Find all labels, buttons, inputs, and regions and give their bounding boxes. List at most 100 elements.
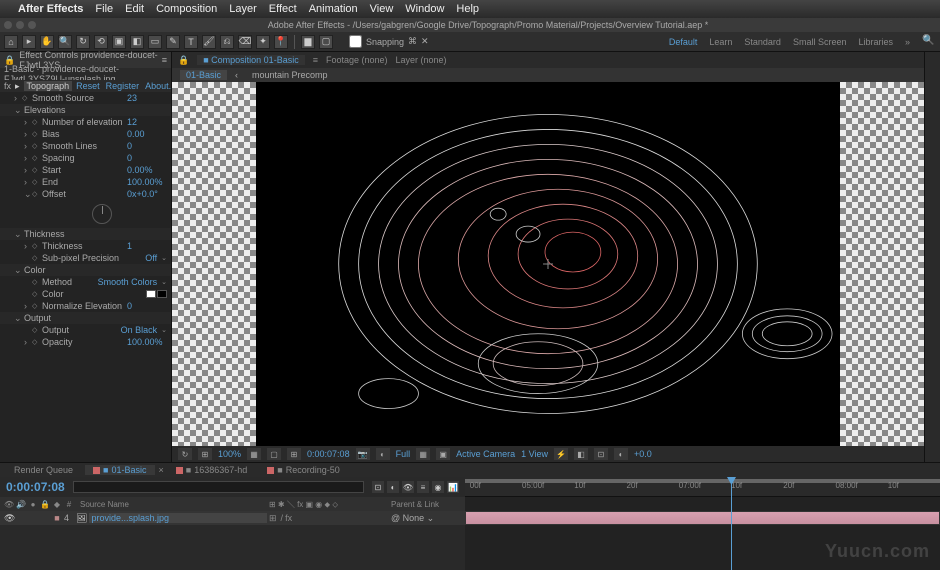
- help-menu[interactable]: Help: [456, 3, 479, 15]
- reset-exposure-icon[interactable]: ◐: [614, 448, 628, 460]
- prop-end[interactable]: ›◇End100.00%: [0, 176, 171, 188]
- group-output[interactable]: ⌄Output: [0, 312, 171, 324]
- offset-dial[interactable]: [92, 204, 112, 224]
- home-icon[interactable]: ⌂: [4, 35, 18, 49]
- puppet-tool-icon[interactable]: 📍: [274, 35, 288, 49]
- hand-tool-icon[interactable]: ✋: [40, 35, 54, 49]
- render-queue-tab[interactable]: Render Queue: [6, 465, 81, 475]
- search-help-icon[interactable]: 🔍: [922, 35, 936, 49]
- prop-thickness[interactable]: ›◇Thickness1: [0, 240, 171, 252]
- prop-color[interactable]: ◇Color: [0, 288, 171, 300]
- reset-link[interactable]: Reset: [76, 81, 100, 91]
- group-thickness[interactable]: ⌄Thickness: [0, 228, 171, 240]
- asset2-tab[interactable]: ■ Recording-50: [259, 465, 347, 475]
- fast-preview-icon[interactable]: ⚡: [554, 448, 568, 460]
- prop-normalize[interactable]: ›◇Normalize Elevation0: [0, 300, 171, 312]
- draft-3d-icon[interactable]: ◐: [387, 481, 399, 493]
- effect-menu[interactable]: Effect: [269, 3, 297, 15]
- pen-tool-icon[interactable]: ✎: [166, 35, 180, 49]
- comp-mini-flowchart-icon[interactable]: ⊡: [372, 481, 384, 493]
- type-tool-icon[interactable]: T: [184, 35, 198, 49]
- snapping-checkbox[interactable]: [349, 35, 362, 48]
- zoom-dropdown[interactable]: 100%: [218, 449, 241, 459]
- stroke-swatch-icon[interactable]: ▢: [319, 35, 333, 49]
- prop-subpixel[interactable]: ◇Sub-pixel PrecisionOff⌄: [0, 252, 171, 264]
- prop-bias[interactable]: ›◇Bias0.00: [0, 128, 171, 140]
- magnification-icon[interactable]: ⊞: [198, 448, 212, 460]
- collapsed-panels[interactable]: [924, 52, 940, 462]
- hide-shy-icon[interactable]: 👁: [402, 481, 414, 493]
- edit-menu[interactable]: Edit: [125, 3, 144, 15]
- workspace-small-screen[interactable]: Small Screen: [793, 37, 847, 47]
- comp-flowchart-icon[interactable]: ⊡: [594, 448, 608, 460]
- always-preview-icon[interactable]: ↻: [178, 448, 192, 460]
- exposure-value[interactable]: +0.0: [634, 449, 652, 459]
- col-visibility-icon[interactable]: 👁: [4, 500, 14, 509]
- prop-smooth-lines[interactable]: ›◇Smooth Lines0: [0, 140, 171, 152]
- close-tab-icon[interactable]: ×: [159, 465, 164, 475]
- col-label-icon[interactable]: ◆: [52, 500, 62, 509]
- resolution-dropdown[interactable]: Full: [396, 449, 411, 459]
- prop-opacity[interactable]: ›◇Opacity100.00%: [0, 336, 171, 348]
- group-color[interactable]: ⌄Color: [0, 264, 171, 276]
- brush-tool-icon[interactable]: 🖌: [202, 35, 216, 49]
- layer-tab[interactable]: Layer (none): [396, 55, 447, 65]
- workspace-default[interactable]: Default: [669, 37, 698, 47]
- snapping-option2-icon[interactable]: ✕: [421, 36, 429, 47]
- parent-pickwhip-icon[interactable]: @: [391, 513, 400, 523]
- crumb-mountain[interactable]: mountain Precomp: [246, 70, 334, 80]
- selection-tool-icon[interactable]: ▸: [22, 35, 36, 49]
- eraser-tool-icon[interactable]: ⌫: [238, 35, 252, 49]
- col-solo-icon[interactable]: ●: [28, 500, 38, 509]
- layer-menu[interactable]: Layer: [229, 3, 257, 15]
- crumb-01-basic[interactable]: 01-Basic: [180, 70, 227, 80]
- panel-menu-icon[interactable]: ≡: [313, 55, 318, 65]
- prop-smooth-source[interactable]: ›◇Smooth Source23: [0, 92, 171, 104]
- animation-menu[interactable]: Animation: [309, 3, 358, 15]
- parent-dropdown[interactable]: None: [403, 513, 425, 523]
- col-source-name[interactable]: Source Name: [76, 500, 267, 509]
- camera-dropdown[interactable]: Active Camera: [456, 449, 515, 459]
- workspace-standard[interactable]: Standard: [744, 37, 781, 47]
- snapping-option-icon[interactable]: ⌘: [408, 36, 417, 47]
- prop-output[interactable]: ◇OutputOn Black⌄: [0, 324, 171, 336]
- file-menu[interactable]: File: [95, 3, 113, 15]
- clone-tool-icon[interactable]: ⎌: [220, 35, 234, 49]
- layer-duration-bar[interactable]: [465, 511, 940, 525]
- group-elevations[interactable]: ⌄Elevations: [0, 104, 171, 116]
- fx-toggle-icon[interactable]: fx: [4, 81, 11, 91]
- prop-method[interactable]: ◇MethodSmooth Colors⌄: [0, 276, 171, 288]
- preview-canvas[interactable]: [172, 82, 924, 446]
- orbit-tool-icon[interactable]: ↻: [76, 35, 90, 49]
- grid-icon[interactable]: ⊞: [287, 448, 301, 460]
- current-time[interactable]: 0:00:07:08: [6, 480, 65, 494]
- shape-tool-icon[interactable]: ▭: [148, 35, 162, 49]
- fill-swatch-icon[interactable]: ▆: [301, 35, 315, 49]
- resolution-icon[interactable]: ▦: [247, 448, 261, 460]
- window-menu[interactable]: Window: [405, 3, 444, 15]
- motion-blur-icon[interactable]: ◉: [432, 481, 444, 493]
- workspace-overflow-icon[interactable]: »: [905, 37, 910, 47]
- roto-tool-icon[interactable]: ✦: [256, 35, 270, 49]
- workspace-learn[interactable]: Learn: [709, 37, 732, 47]
- composition-tab[interactable]: ■ Composition 01-Basic: [197, 55, 304, 65]
- composition-menu[interactable]: Composition: [156, 3, 217, 15]
- view-menu[interactable]: View: [370, 3, 394, 15]
- prop-start[interactable]: ›◇Start0.00%: [0, 164, 171, 176]
- pan-behind-tool-icon[interactable]: ◧: [130, 35, 144, 49]
- effect-header[interactable]: fx ▸ Topograph Reset Register About...: [0, 80, 171, 92]
- snapshot-icon[interactable]: 📷: [356, 448, 370, 460]
- timeline-icon[interactable]: ◧: [574, 448, 588, 460]
- col-audio-icon[interactable]: 🔊: [16, 500, 26, 509]
- timeline-search[interactable]: [73, 481, 364, 493]
- timeline-comp-tab[interactable]: ■ 01-Basic: [85, 465, 154, 475]
- layer-visibility-toggle[interactable]: 👁: [4, 513, 14, 524]
- prop-num-elevation[interactable]: ›◇Number of elevation12: [0, 116, 171, 128]
- roi-icon[interactable]: ▢: [267, 448, 281, 460]
- prop-offset[interactable]: ⌄◇Offset0x+0.0°: [0, 188, 171, 200]
- views-dropdown[interactable]: 1 View: [521, 449, 548, 459]
- graph-editor-icon[interactable]: 📊: [447, 481, 459, 493]
- zoom-tool-icon[interactable]: 🔍: [58, 35, 72, 49]
- playhead[interactable]: [731, 477, 732, 570]
- register-link[interactable]: Register: [106, 81, 140, 91]
